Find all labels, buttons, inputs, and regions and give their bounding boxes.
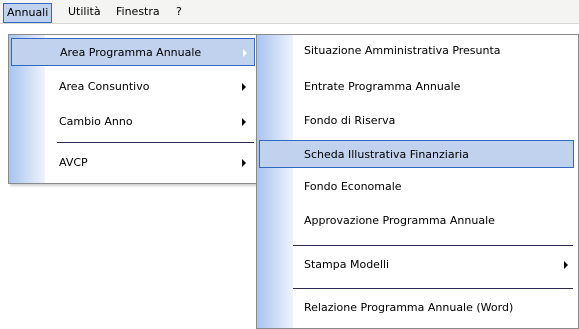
menu-item-label: Approvazione Programma Annuale (304, 214, 495, 227)
menu-item-situazione-amministrativa-presunta[interactable]: Situazione Amministrativa Presunta (259, 37, 574, 65)
menu-item-relazione-programma-annuale-word[interactable]: Relazione Programma Annuale (Word) (259, 294, 574, 322)
menu-item-label: Relazione Programma Annuale (Word) (304, 301, 514, 314)
menu-item-label: Stampa Modelli (304, 258, 390, 271)
menu-item-label: Scheda Illustrativa Finanziaria (304, 148, 469, 161)
submenu-arrow-icon (243, 49, 247, 57)
menu-item-area-consuntivo[interactable]: Area Consuntivo (11, 73, 255, 101)
submenu-arrow-icon (242, 159, 246, 167)
menu-item-label: Area Consuntivo (59, 80, 150, 93)
area-programma-annuale-submenu: Situazione Amministrativa Presunta Entra… (256, 34, 579, 329)
menu-item-label: Area Programma Annuale (60, 46, 202, 59)
menu-item-label: Cambio Anno (59, 115, 133, 128)
menu-annuali[interactable]: Annuali (3, 3, 53, 23)
menu-item-cambio-anno[interactable]: Cambio Anno (11, 108, 255, 136)
menu-item-label: Fondo di Riserva (304, 114, 396, 127)
menu-item-fondo-di-riserva[interactable]: Fondo di Riserva (259, 107, 574, 135)
menu-item-approvazione-programma-annuale[interactable]: Approvazione Programma Annuale (259, 207, 574, 235)
annuali-dropdown: Area Programma Annuale Area Consuntivo C… (8, 34, 260, 184)
menu-separator (57, 142, 254, 143)
submenu-arrow-icon (564, 261, 568, 269)
menu-separator (293, 288, 573, 289)
menu-utilita[interactable]: Utilità (66, 4, 103, 20)
menu-item-label: AVCP (59, 156, 88, 169)
submenu-arrow-icon (242, 83, 246, 91)
menu-bar: Annuali Utilità Finestra ? (0, 0, 579, 24)
menu-help[interactable]: ? (174, 4, 184, 20)
menu-item-scheda-illustrativa-finanziaria[interactable]: Scheda Illustrativa Finanziaria (259, 140, 574, 168)
menu-item-area-programma-annuale[interactable]: Area Programma Annuale (11, 38, 255, 66)
menu-item-fondo-economale[interactable]: Fondo Economale (259, 173, 574, 201)
menu-item-avcp[interactable]: AVCP (11, 149, 255, 177)
menu-separator (293, 245, 573, 246)
menu-item-label: Fondo Economale (304, 180, 402, 193)
menu-item-stampa-modelli[interactable]: Stampa Modelli (259, 251, 574, 279)
menu-item-label: Entrate Programma Annuale (304, 80, 461, 93)
menu-item-entrate-programma-annuale[interactable]: Entrate Programma Annuale (259, 73, 574, 101)
menu-item-label: Situazione Amministrativa Presunta (304, 44, 501, 57)
submenu-arrow-icon (242, 118, 246, 126)
menu-finestra[interactable]: Finestra (114, 4, 162, 20)
